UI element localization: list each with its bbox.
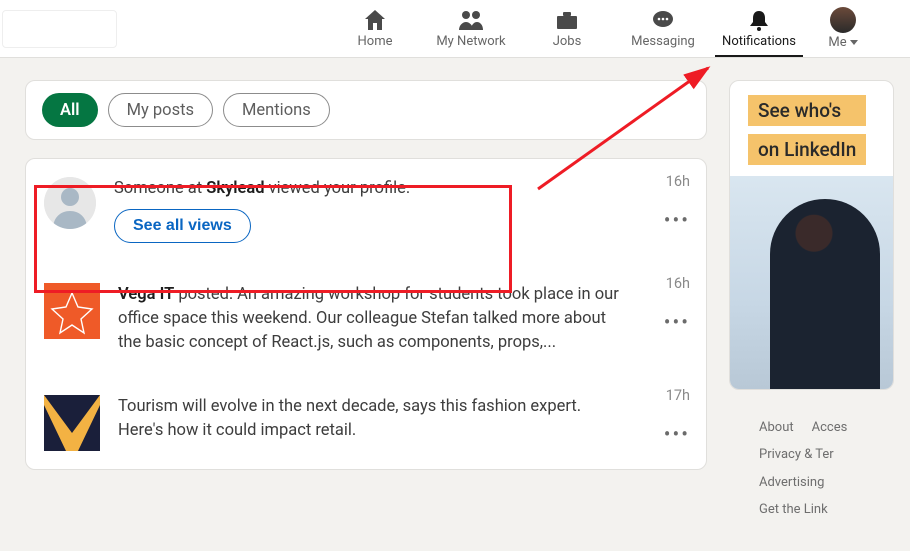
nav-home[interactable]: Home <box>327 0 423 57</box>
notification-text: Someone at Skylead viewed your profile. <box>114 177 628 201</box>
footer-advertising[interactable]: Advertising <box>759 469 824 496</box>
nav-me[interactable]: Me <box>807 0 879 57</box>
avatar <box>830 7 856 33</box>
notification-item[interactable]: Someone at Skylead viewed your profile. … <box>26 159 706 261</box>
top-nav: Home My Network Jobs Messaging Notificat… <box>0 0 910 58</box>
search-input[interactable] <box>2 10 117 48</box>
nav-label: Messaging <box>631 34 695 49</box>
me-label: Me <box>828 35 846 50</box>
text: Tourism will evolve in the next decade, … <box>118 397 581 440</box>
filter-all[interactable]: All <box>42 93 98 127</box>
nav-messaging[interactable]: Messaging <box>615 0 711 57</box>
more-icon[interactable]: ••• <box>664 210 690 230</box>
side-ad[interactable]: See who's on LinkedIn <box>729 80 894 390</box>
more-icon[interactable]: ••• <box>664 312 690 332</box>
ad-decor <box>770 199 880 389</box>
notification-text: Vega IT posted: An amazing workshop for … <box>118 283 628 355</box>
filter-my-posts[interactable]: My posts <box>108 93 213 127</box>
company-logo <box>44 283 100 339</box>
timestamp: 16h <box>664 173 690 190</box>
footer-links: About Acces Privacy & Ter Advertising Get… <box>729 414 894 523</box>
footer-access[interactable]: Acces <box>812 414 848 441</box>
company-logo <box>44 395 100 451</box>
avatar <box>44 177 96 229</box>
notification-item[interactable]: Tourism will evolve in the next decade, … <box>26 373 706 469</box>
text-bold: Vega IT <box>118 285 174 304</box>
notification-item[interactable]: Vega IT posted: An amazing workshop for … <box>26 261 706 373</box>
timestamp: 16h <box>664 275 690 292</box>
nav-label: My Network <box>436 34 505 49</box>
footer-about[interactable]: About <box>759 414 794 441</box>
footer-privacy[interactable]: Privacy & Ter <box>759 441 834 468</box>
nav-label: Me <box>828 35 857 50</box>
see-all-views-button[interactable]: See all views <box>114 209 251 243</box>
chat-icon <box>651 8 675 32</box>
home-icon <box>363 8 387 32</box>
nav-label: Notifications <box>722 34 796 49</box>
chevron-down-icon <box>850 40 858 45</box>
notification-text: Tourism will evolve in the next decade, … <box>118 395 628 443</box>
more-icon[interactable]: ••• <box>664 424 690 444</box>
nav-jobs[interactable]: Jobs <box>519 0 615 57</box>
bell-icon <box>747 8 771 32</box>
text-bold: Skylead <box>206 179 264 198</box>
nav-label: Jobs <box>553 34 582 49</box>
filter-bar: All My posts Mentions <box>25 80 707 140</box>
timestamp: 17h <box>664 387 690 404</box>
briefcase-icon <box>555 8 579 32</box>
nav-network[interactable]: My Network <box>423 0 519 57</box>
text: viewed your profile. <box>265 179 411 198</box>
footer-app[interactable]: Get the Link <box>759 496 828 523</box>
filter-mentions[interactable]: Mentions <box>223 93 330 127</box>
notifications-list: Someone at Skylead viewed your profile. … <box>25 158 707 470</box>
text: Someone at <box>114 179 206 198</box>
nav-notifications[interactable]: Notifications <box>711 0 807 57</box>
people-icon <box>458 8 484 32</box>
text: posted: An amazing workshop for students… <box>118 285 619 352</box>
ad-headline: on LinkedIn <box>748 134 866 165</box>
nav-label: Home <box>358 34 393 49</box>
ad-headline: See who's <box>748 95 866 126</box>
